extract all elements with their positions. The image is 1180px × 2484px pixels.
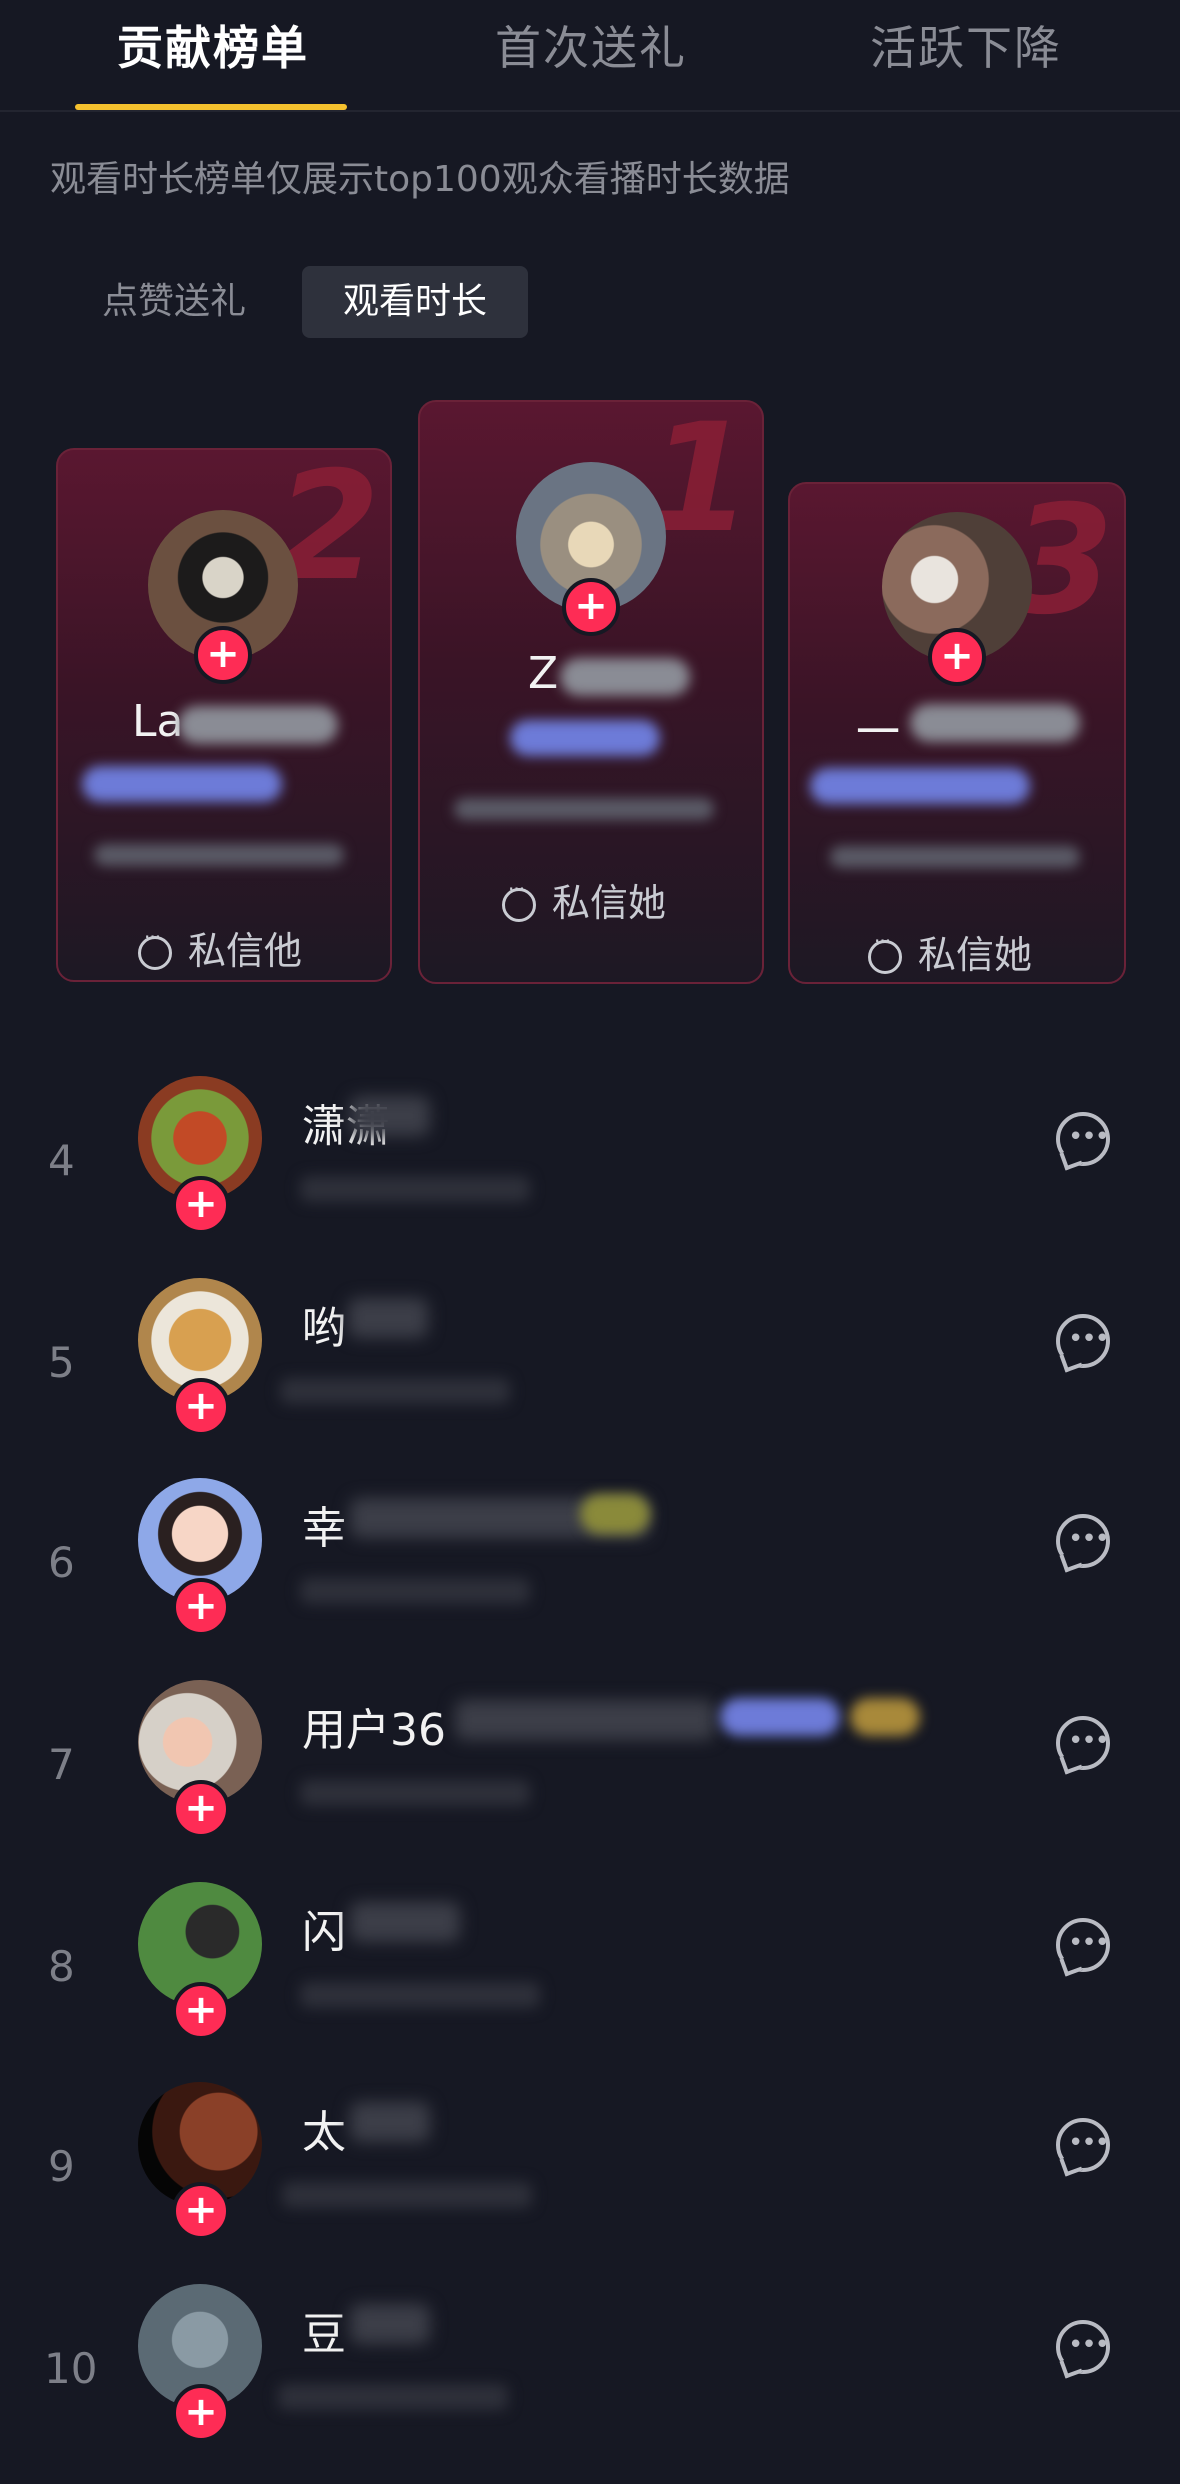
message-icon <box>868 929 902 974</box>
follow-button[interactable]: + <box>172 2384 230 2442</box>
podium-card-rank-2[interactable]: 2 + La 私信他 <box>56 448 392 982</box>
username-mask <box>178 706 338 744</box>
follow-button[interactable]: + <box>172 1378 230 1436</box>
user-subtitle <box>300 1780 530 1806</box>
dm-button[interactable]: 私信她 <box>502 872 666 927</box>
username: 闪 <box>302 1907 346 1958</box>
follow-button[interactable]: + <box>172 2182 230 2240</box>
dm-button[interactable]: 私信他 <box>138 920 302 975</box>
message-icon[interactable]: ••• <box>1056 1514 1110 1568</box>
username: 用户36 <box>302 1705 446 1756</box>
message-icon[interactable]: ••• <box>1056 2118 1110 2172</box>
podium-card-rank-3[interactable]: 3 + 一 私信她 <box>788 482 1126 984</box>
rank-number: 5 <box>48 1338 75 1387</box>
user-subtitle <box>300 1578 530 1604</box>
follow-button[interactable]: + <box>172 1176 230 1234</box>
level-badge <box>510 720 660 756</box>
rank-number: 6 <box>48 1538 75 1587</box>
username-mask <box>350 2102 430 2142</box>
username-mask <box>348 1298 428 1338</box>
rank-number: 4 <box>48 1136 75 1185</box>
username-mask <box>350 2304 430 2344</box>
username: 幸 <box>302 1503 346 1554</box>
username-mask <box>350 1096 430 1136</box>
message-icon <box>502 877 536 922</box>
podium-card-rank-1[interactable]: 1 + Z 私信她 <box>418 400 764 984</box>
level-badge <box>82 766 282 802</box>
follow-button[interactable]: + <box>172 1780 230 1838</box>
username: 哟 <box>302 1303 346 1354</box>
user-subtitle <box>300 1176 530 1202</box>
message-icon[interactable]: ••• <box>1056 1314 1110 1368</box>
tab-activity-decline[interactable]: 活跃下降 <box>870 12 1062 78</box>
username: La <box>132 696 184 747</box>
tab-first-gift[interactable]: 首次送礼 <box>495 12 687 78</box>
follow-button[interactable]: + <box>172 1982 230 2040</box>
user-badge <box>850 1698 920 1736</box>
ranking-row[interactable]: 10 + 豆 ••• <box>0 2284 1180 2484</box>
message-icon[interactable]: ••• <box>1056 1112 1110 1166</box>
message-icon[interactable]: ••• <box>1056 2320 1110 2374</box>
user-subtitle <box>830 846 1080 868</box>
level-badge <box>810 768 1030 804</box>
rank-number: 10 <box>44 2344 98 2393</box>
message-icon[interactable]: ••• <box>1056 1918 1110 1972</box>
rank-number: 8 <box>48 1942 75 1991</box>
user-subtitle <box>454 798 714 820</box>
dm-button[interactable]: 私信她 <box>868 924 1032 979</box>
user-badge <box>580 1494 650 1534</box>
ranking-row[interactable]: 6 + 幸 ••• <box>0 1478 1180 1678</box>
user-subtitle <box>282 2182 532 2208</box>
follow-button[interactable]: + <box>928 628 986 686</box>
username-mask <box>455 1700 715 1740</box>
username: 太 <box>302 2107 346 2158</box>
segment-likes-gifts[interactable]: 点赞送礼 <box>66 266 282 338</box>
username-mask <box>350 1902 460 1942</box>
username-mask <box>560 658 690 696</box>
user-subtitle <box>280 1378 510 1404</box>
tab-bar: 贡献榜单 首次送礼 活跃下降 <box>0 0 1180 112</box>
segment-watch-time[interactable]: 观看时长 <box>302 266 528 338</box>
level-badge <box>720 1698 840 1736</box>
active-tab-indicator <box>75 104 347 110</box>
ranking-notice: 观看时长榜单仅展示top100观众看播时长数据 <box>50 159 790 200</box>
user-subtitle <box>94 844 344 866</box>
follow-button[interactable]: + <box>194 626 252 684</box>
ranking-row[interactable]: 5 + 哟 ••• <box>0 1278 1180 1478</box>
rank-number: 9 <box>48 2142 75 2191</box>
rank-number: 7 <box>48 1740 75 1789</box>
follow-button[interactable]: + <box>172 1578 230 1636</box>
follow-button[interactable]: + <box>562 578 620 636</box>
message-icon[interactable]: ••• <box>1056 1716 1110 1770</box>
username: 豆 <box>302 2309 346 2360</box>
tab-contribution-ranking[interactable]: 贡献榜单 <box>117 12 309 78</box>
ranking-row[interactable]: 7 + 用户36 ••• <box>0 1680 1180 1880</box>
username: Z <box>528 648 559 699</box>
user-subtitle <box>278 2384 508 2410</box>
user-subtitle <box>300 1982 540 2008</box>
ranking-row[interactable]: 4 + 潇潇 ••• <box>0 1076 1180 1276</box>
ranking-row[interactable]: 8 + 闪 ••• <box>0 1882 1180 2082</box>
username-mask <box>910 704 1080 742</box>
ranking-row[interactable]: 9 + 太 ••• <box>0 2082 1180 2282</box>
message-icon <box>138 925 172 970</box>
username: 一 <box>856 707 900 758</box>
